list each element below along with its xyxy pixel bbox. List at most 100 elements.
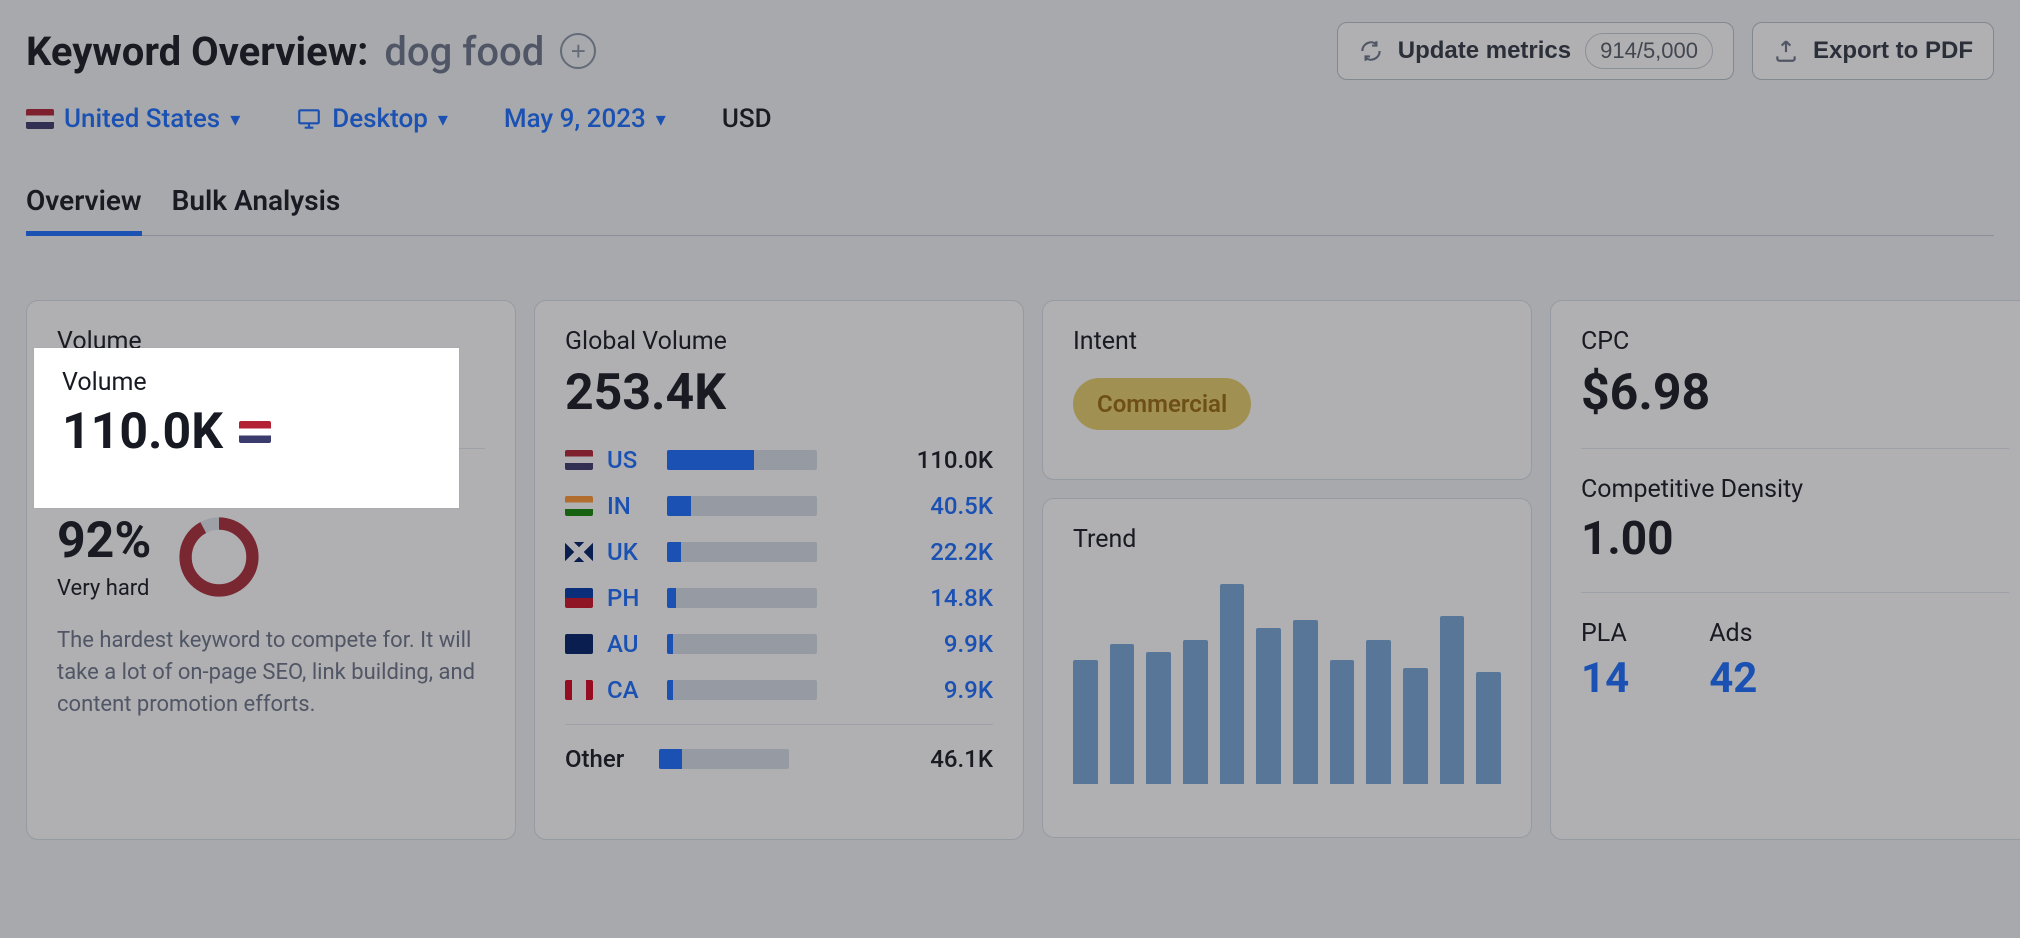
export-icon [1773, 38, 1799, 64]
trend-bar [1330, 660, 1355, 784]
trend-bar [1146, 652, 1171, 784]
trend-bar [1293, 620, 1318, 784]
cpc-value: $6.98 [1581, 364, 2009, 422]
gv-country-code: US [607, 446, 653, 474]
au-flag-icon [565, 634, 593, 654]
kd-donut-icon [175, 513, 263, 601]
competitive-density-value: 1.00 [1581, 512, 2009, 566]
country-label: United States [64, 104, 220, 134]
date-label: May 9, 2023 [504, 104, 646, 134]
trend-bar [1366, 640, 1391, 784]
competitive-density-label: Competitive Density [1581, 475, 2009, 504]
export-label: Export to PDF [1813, 37, 1973, 65]
gv-bar [667, 634, 817, 654]
gv-country-code: PH [607, 584, 653, 612]
gv-country-code: UK [607, 538, 653, 566]
trend-bar [1403, 668, 1428, 784]
title-prefix: Keyword Overview: [26, 28, 368, 75]
global-volume-card: Global Volume 253.4K US 110.0K IN 40.5K UK 22… [534, 300, 1024, 840]
us-flag-icon [26, 109, 54, 129]
tab-bulk-analysis[interactable]: Bulk Analysis [172, 174, 341, 235]
device-label: Desktop [332, 104, 428, 134]
tab-overview[interactable]: Overview [26, 174, 142, 235]
export-pdf-button[interactable]: Export to PDF [1752, 22, 1994, 80]
device-filter[interactable]: Desktop ▾ [296, 104, 448, 134]
update-metrics-badge: 914/5,000 [1585, 33, 1713, 69]
ph-flag-icon [565, 588, 593, 608]
country-filter[interactable]: United States ▾ [26, 104, 240, 134]
title-keyword: dog food [384, 28, 544, 75]
chevron-down-icon: ▾ [656, 107, 666, 131]
volume-value: 110.0K [57, 364, 485, 422]
trend-chart [1073, 584, 1501, 784]
pla-label: PLA [1581, 619, 1629, 648]
plus-icon: + [571, 38, 586, 64]
gv-bar [667, 496, 817, 516]
ads-label: Ads [1709, 619, 1757, 648]
us-flag-icon [234, 382, 266, 404]
cpc-label: CPC [1581, 327, 2009, 356]
ads-value: 42 [1709, 654, 1757, 703]
kd-label: Keyword Difficulty [57, 475, 485, 504]
page-title: Keyword Overview: dog food + [26, 28, 596, 75]
gv-country-code: IN [607, 492, 653, 520]
gv-value: 9.9K [944, 630, 993, 658]
trend-bar [1073, 660, 1098, 784]
intent-card: Intent Commercial [1042, 300, 1532, 480]
trend-bar [1440, 616, 1465, 784]
refresh-icon [1358, 38, 1384, 64]
gv-country-code: CA [607, 676, 653, 704]
update-metrics-button[interactable]: Update metrics 914/5,000 [1337, 22, 1734, 80]
volume-number: 110.0K [57, 364, 218, 422]
gv-bar [667, 450, 817, 470]
gv-value: 14.8K [930, 584, 993, 612]
intent-badge: Commercial [1073, 378, 1251, 430]
intent-label: Intent [1073, 327, 1501, 356]
global-volume-value: 253.4K [565, 364, 993, 422]
volume-card: Volume 110.0K Keyword Difficulty 92% Ver… [26, 300, 516, 840]
trend-bar [1220, 584, 1245, 784]
chevron-down-icon: ▾ [230, 107, 240, 131]
trend-bar [1256, 628, 1281, 784]
global-volume-row[interactable]: CA 9.9K [565, 676, 993, 704]
currency-label: USD [722, 104, 772, 134]
trend-label: Trend [1073, 525, 1501, 554]
kd-level: Very hard [57, 576, 151, 601]
ca-flag-icon [565, 680, 593, 700]
gv-value: 22.2K [930, 538, 993, 566]
gv-value: 110.0K [917, 446, 993, 474]
volume-label: Volume [57, 327, 485, 356]
cpc-card: CPC $6.98 Competitive Density 1.00 PLA 1… [1550, 300, 2020, 840]
uk-flag-icon [565, 542, 593, 562]
update-metrics-label: Update metrics [1398, 37, 1571, 65]
global-volume-row[interactable]: PH 14.8K [565, 584, 993, 612]
global-volume-row[interactable]: AU 9.9K [565, 630, 993, 658]
desktop-icon [296, 106, 322, 132]
global-volume-row[interactable]: UK 22.2K [565, 538, 993, 566]
kd-description: The hardest keyword to compete for. It w… [57, 625, 485, 721]
gv-country-code: AU [607, 630, 653, 658]
gv-other-bar [659, 749, 789, 769]
gv-bar [667, 680, 817, 700]
gv-value: 40.5K [930, 492, 993, 520]
global-volume-label: Global Volume [565, 327, 993, 356]
gv-bar [667, 542, 817, 562]
trend-bar [1476, 672, 1501, 784]
us-flag-icon [565, 450, 593, 470]
chevron-down-icon: ▾ [438, 107, 448, 131]
global-volume-row[interactable]: IN 40.5K [565, 492, 993, 520]
gv-bar [667, 588, 817, 608]
gv-value: 9.9K [944, 676, 993, 704]
trend-bar [1183, 640, 1208, 784]
gv-other-value: 46.1K [930, 745, 993, 773]
global-volume-other-row: Other 46.1K [565, 745, 993, 773]
trend-bar [1110, 644, 1135, 784]
global-volume-row[interactable]: US 110.0K [565, 446, 993, 474]
kd-percent: 92% [57, 512, 151, 570]
in-flag-icon [565, 496, 593, 516]
pla-value: 14 [1581, 654, 1629, 703]
add-keyword-button[interactable]: + [560, 33, 596, 69]
date-filter[interactable]: May 9, 2023 ▾ [504, 104, 666, 134]
trend-card: Trend [1042, 498, 1532, 838]
gv-other-label: Other [565, 745, 645, 773]
